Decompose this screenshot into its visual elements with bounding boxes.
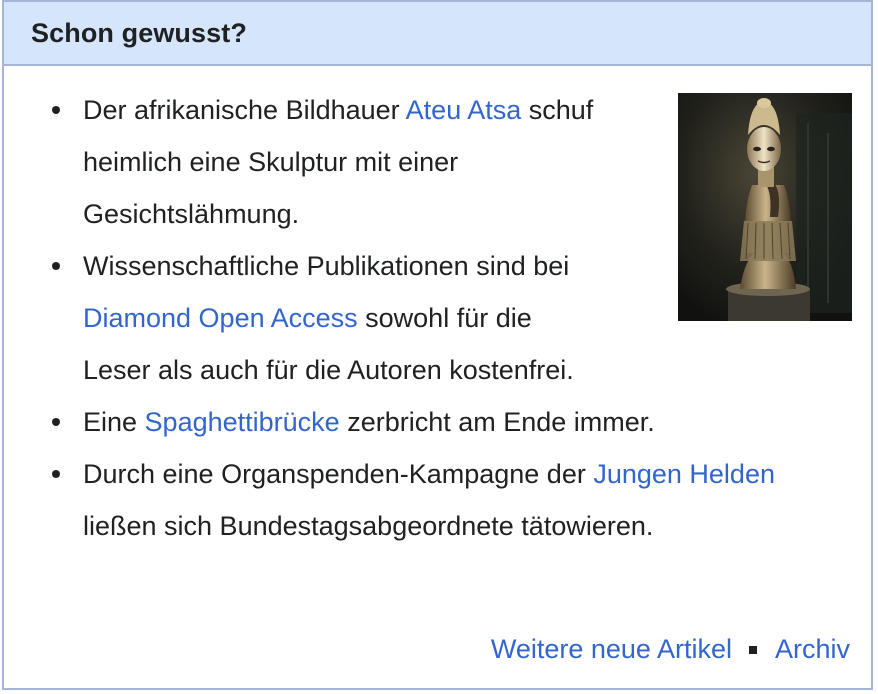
bullet-icon: [52, 262, 60, 270]
list-item: Wissenschaftliche Publikationen sind bei…: [4, 240, 583, 396]
list-item: Durch eine Organspenden-Kampagne der Jun…: [4, 448, 805, 552]
fact-text-before: Durch eine Organspenden-Kampagne der: [83, 459, 594, 489]
fact-text-before: Wissenschaftliche Publikationen sind bei: [83, 251, 570, 281]
facts-list: Der afrikanische Bildhauer Ateu Atsa sch…: [4, 84, 805, 552]
fact-text-after: ließen sich Bundestagsabgeordnete tätowi…: [83, 511, 654, 541]
fact-text-before: Eine: [83, 407, 145, 437]
separator-square-icon: [748, 645, 757, 654]
bullet-icon: [52, 470, 60, 478]
bullet-icon: [52, 418, 60, 426]
list-item: Eine Spaghettibrücke zerbricht am Ende i…: [4, 396, 805, 448]
box-title: Schon gewusst?: [31, 17, 247, 48]
more-articles-link[interactable]: Weitere neue Artikel: [491, 634, 732, 665]
article-link-diamond-open-access[interactable]: Diamond Open Access: [83, 303, 358, 333]
did-you-know-box: Schon gewusst? Der afrikanische Bildhaue…: [2, 0, 873, 690]
fact-text-before: Der afrikanische Bildhauer: [83, 95, 406, 125]
article-link-spaghettibruecke[interactable]: Spaghettibrücke: [145, 407, 340, 437]
archive-link[interactable]: Archiv: [775, 634, 850, 665]
article-link-ateu-atsa[interactable]: Ateu Atsa: [406, 95, 522, 125]
box-footer: Weitere neue Artikel Archiv: [491, 634, 850, 665]
fact-text-after: zerbricht am Ende immer.: [339, 407, 655, 437]
article-link-jungen-helden[interactable]: Jungen Helden: [593, 459, 775, 489]
list-item: Der afrikanische Bildhauer Ateu Atsa sch…: [4, 84, 643, 240]
bullet-icon: [52, 106, 60, 114]
box-header: Schon gewusst?: [4, 2, 871, 66]
